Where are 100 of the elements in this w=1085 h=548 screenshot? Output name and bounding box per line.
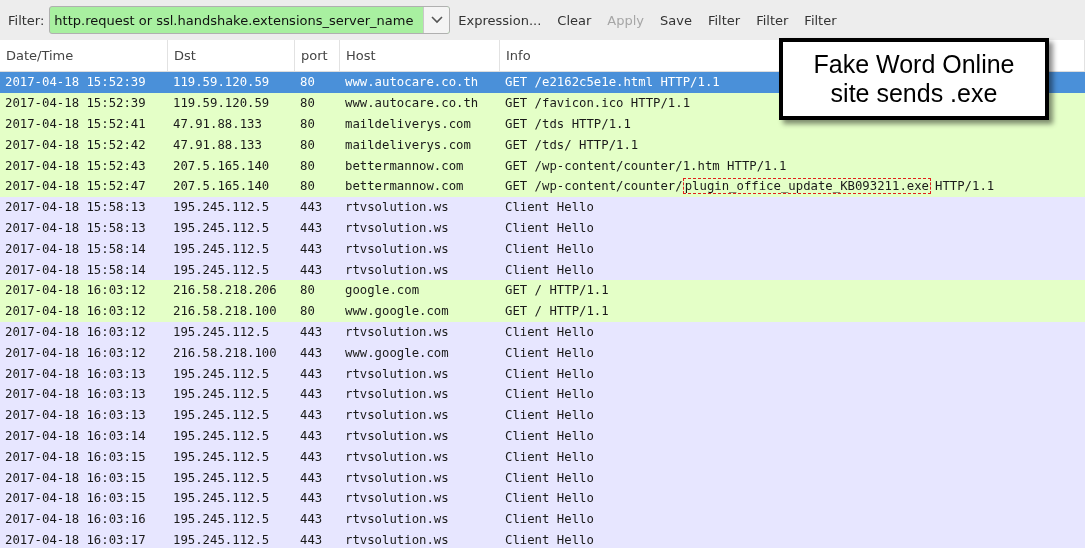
table-cell-text: 195.245.112.5 [172,324,271,339]
packet-row[interactable]: 2017-04-18 16:03:15 195.245.112.5 443 rtvsolution.ws Client Hello [0,446,1085,468]
table-cell-text: 47.91.88.133 [172,117,263,131]
packet-row[interactable]: 2017-04-18 16:03:12 195.245.112.5 443 rtvsolution.ws Client Hello [0,321,1085,343]
table-cell-text: 80 [299,137,316,152]
table-cell-text: 443 [299,387,324,402]
table-cell-text: rtvsolution.ws [344,470,450,485]
toolbar-button[interactable]: Clear [549,8,600,32]
toolbar-button[interactable]: Filter [748,8,797,32]
table-cell-text: 443 [299,220,324,235]
table-cell-text: 195.245.112.5 [172,220,271,235]
packet-row[interactable]: 2017-04-18 15:52:43 207.5.165.140 80 bettermannow.com GET /wp-content/counter/1.htm HTTP/1.1 [0,155,1085,176]
table-cell-text: 207.5.165.140 [172,158,271,173]
packet-row[interactable]: 2017-04-18 16:03:16 195.245.112.5 443 rtvsolution.ws Client Hello [0,508,1085,530]
table-cell-text: 2017-04-18 16:03:12 [4,304,147,319]
packet-row[interactable]: 2017-04-18 16:03:12 216.58.218.206 80 google.com GET / HTTP/1.1 [0,279,1085,301]
column-header[interactable]: Dst [168,40,295,71]
table-cell-text: 2017-04-18 15:58:14 [4,241,147,256]
table-cell-text: Client Hello [504,262,595,277]
table-cell-text: 195.245.112.5 [172,449,271,464]
table-cell-text: 80 [299,96,316,111]
table-cell-text: 443 [299,428,324,443]
packet-row[interactable]: 2017-04-18 15:52:47 207.5.165.140 80 bettermannow.com GET /wp-content/counter/ plugin_office_update_KB093211.exe HTTP/1.1 [0,176,1085,197]
table-cell-text: rtvsolution.ws [344,408,450,423]
table-cell-text: 2017-04-18 15:52:47 [4,179,147,194]
packet-row[interactable]: 2017-04-18 16:03:14 195.245.112.5 443 rtvsolution.ws Client Hello [0,425,1085,447]
table-cell-text: 195.245.112.5 [172,512,271,527]
table-cell-text: Client Hello [504,387,595,402]
table-cell-text: Client Hello [504,532,595,547]
packet-row[interactable]: 2017-04-18 15:58:13 195.245.112.5 443 rtvsolution.ws Client Hello [0,217,1085,239]
table-cell-text: rtvsolution.ws [344,387,450,402]
table-cell-text: Client Hello [504,324,595,339]
table-cell-text: Client Hello [504,408,595,423]
table-cell-text: GET /wp-content/counter/1.htm HTTP/1.1 [504,158,788,173]
table-cell-text: 195.245.112.5 [172,470,271,485]
table-cell-text: 443 [299,324,324,339]
packet-row[interactable]: 2017-04-18 15:58:14 195.245.112.5 443 rtvsolution.ws Client Hello [0,259,1085,280]
table-cell-text: 443 [299,408,324,423]
packet-row[interactable]: 2017-04-18 16:03:12 216.58.218.100 80 www.google.com GET / HTTP/1.1 [0,300,1085,322]
table-cell-text: 80 [299,158,316,173]
table-cell-text: 195.245.112.5 [172,241,271,256]
table-cell-text: 2017-04-18 16:03:15 [4,449,147,464]
packet-row[interactable]: 2017-04-18 16:03:13 195.245.112.5 443 rtvsolution.ws Client Hello [0,363,1085,384]
column-header[interactable]: Date/Time [0,40,168,71]
table-cell-text: 119.59.120.59 [172,75,271,90]
table-cell-text: GET /favicon.ico HTTP/1.1 [504,96,692,111]
table-cell-text: 443 [299,200,324,215]
table-cell-text: Client Hello [504,512,595,527]
table-cell-text: 2017-04-18 15:52:43 [4,158,147,173]
packet-row[interactable]: 2017-04-18 15:58:13 195.245.112.5 443 rtvsolution.ws Client Hello [0,196,1085,218]
table-cell-text: 2017-04-18 15:58:14 [4,262,147,277]
table-cell-text: 195.245.112.5 [172,491,271,506]
chevron-down-icon [430,16,443,24]
table-cell-text: GET /tds HTTP/1.1 [504,117,632,131]
table-cell-text: 443 [299,241,324,256]
table-cell-text: www.autocare.co.th [344,96,480,111]
table-cell-text: GET / HTTP/1.1 [504,283,610,298]
table-cell-text: 80 [299,283,316,298]
highlight-box: plugin_office_update_KB093211.exe [682,178,931,195]
table-cell-text: 80 [299,75,316,90]
table-cell-text: GET / HTTP/1.1 [504,304,610,319]
column-header[interactable]: Host [340,40,500,71]
packet-row[interactable]: 2017-04-18 16:03:13 195.245.112.5 443 rtvsolution.ws Client Hello [0,383,1085,405]
table-cell-text: 195.245.112.5 [172,428,271,443]
packet-row[interactable]: 2017-04-18 16:03:13 195.245.112.5 443 rtvsolution.ws Client Hello [0,404,1085,426]
table-cell-text: GET /e2162c5e1e.html HTTP/1.1 [504,75,721,90]
table-cell-text: 195.245.112.5 [172,262,271,277]
table-cell-text: 47.91.88.133 [172,137,263,152]
table-cell-text: rtvsolution.ws [344,200,450,215]
table-cell-text: Client Hello [504,345,595,360]
table-cell-text: rtvsolution.ws [344,220,450,235]
table-cell-text: 443 [299,345,324,360]
packet-row[interactable]: 2017-04-18 16:03:15 195.245.112.5 443 rtvsolution.ws Client Hello [0,487,1085,509]
toolbar-button[interactable]: Expression... [450,8,550,32]
toolbar-button[interactable]: Save [652,8,700,32]
table-cell-text: 2017-04-18 16:03:12 [4,324,147,339]
table-cell-text: 195.245.112.5 [172,200,271,215]
table-cell-text: 2017-04-18 16:03:13 [4,408,147,423]
packet-row[interactable]: 2017-04-18 15:58:14 195.245.112.5 443 rtvsolution.ws Client Hello [0,238,1085,260]
table-cell-text: 80 [299,179,316,194]
table-cell-text: 2017-04-18 16:03:15 [4,470,147,485]
table-cell-text: 2017-04-18 16:03:13 [4,387,147,402]
table-cell-text: rtvsolution.ws [344,491,450,506]
table-cell-text: 2017-04-18 15:52:42 [4,137,147,152]
table-cell-text: www.autocare.co.th [344,75,480,90]
packet-row[interactable]: 2017-04-18 16:03:15 195.245.112.5 443 rtvsolution.ws Client Hello [0,467,1085,488]
filter-field[interactable]: http.request or ssl.handshake.extensions_server_name [49,6,451,34]
table-cell-text: rtvsolution.ws [344,262,450,277]
table-cell-text: 2017-04-18 15:52:39 [4,96,147,111]
toolbar-button[interactable]: Filter [699,8,749,32]
toolbar-button[interactable]: Filter [796,8,845,32]
table-cell-text: google.com [344,283,421,298]
packet-row[interactable]: 2017-04-18 16:03:12 216.58.218.100 443 www.google.com Client Hello [0,342,1085,364]
table-cell-text: 207.5.165.140 [172,179,271,194]
packet-row[interactable]: 2017-04-18 15:52:42 47.91.88.133 80 maildeliverys.com GET /tds/ HTTP/1.1 [0,134,1085,156]
table-cell-text: 2017-04-18 15:52:41 [4,117,147,131]
table-cell-text: rtvsolution.ws [344,532,450,547]
column-header[interactable]: port [295,40,340,71]
table-cell-text: 216.58.218.100 [172,345,278,360]
table-cell-text: rtvsolution.ws [344,324,450,339]
